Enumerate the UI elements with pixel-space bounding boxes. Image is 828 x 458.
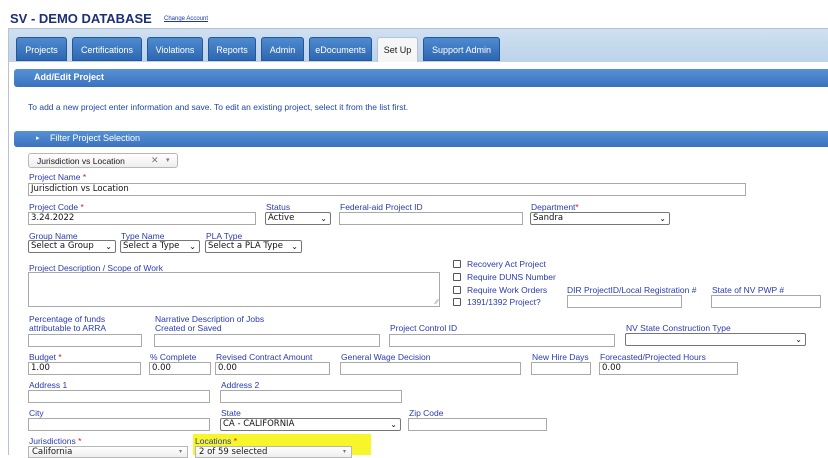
group-name-select[interactable]: Select a Group ⌄ (28, 240, 116, 253)
pct-funds-input[interactable] (28, 334, 142, 347)
project-code-label: Project Code * (29, 202, 84, 212)
status-select[interactable]: Active ⌄ (265, 212, 331, 225)
pct-complete-input[interactable]: 0.00 (149, 362, 211, 375)
department-label: Department* (531, 202, 579, 212)
require-duns-checkbox[interactable] (453, 273, 461, 281)
federal-aid-input[interactable] (339, 212, 523, 225)
federal-aid-label: Federal-aid Project ID (340, 202, 423, 212)
address2-input[interactable] (220, 390, 402, 403)
revised-contract-input[interactable]: 0.00 (215, 362, 330, 375)
change-account-link[interactable]: Change Account (164, 16, 208, 22)
filter-label: Filter Project Selection (50, 133, 141, 143)
narrative-input[interactable] (154, 334, 380, 347)
tab-setup[interactable]: Set Up (377, 37, 418, 62)
filter-project-selection-toggle[interactable]: ▸ Filter Project Selection (14, 131, 828, 147)
chevron-down-icon: ⌄ (795, 335, 802, 344)
project-control-id-label: Project Control ID (390, 323, 458, 333)
section-header-title: Add/Edit Project (34, 72, 105, 82)
recovery-act-label: Recovery Act Project (467, 259, 546, 269)
address2-label: Address 2 (221, 380, 260, 390)
city-label: City (29, 408, 44, 418)
chevron-down-icon: ▾ (178, 448, 182, 455)
new-hire-days-input[interactable] (531, 362, 591, 375)
description-textarea[interactable]: ∕∕ (28, 272, 440, 307)
chevron-down-icon: ⌄ (390, 420, 397, 429)
budget-input[interactable]: 1.00 (28, 362, 141, 375)
project-1391-label: 1391/1392 Project? (467, 297, 541, 307)
chevron-down-icon: ⌄ (320, 214, 327, 223)
new-hire-days-label: New Hire Days (532, 352, 589, 362)
department-select[interactable]: Sandra ⌄ (530, 212, 670, 225)
project-1391-checkbox[interactable] (453, 298, 461, 306)
forecasted-hours-label: Forecasted/Projected Hours (600, 352, 706, 362)
state-select[interactable]: CA - CALIFORNIA ⌄ (220, 418, 401, 431)
instructions-text: To add a new project enter information a… (28, 102, 409, 112)
chevron-down-icon: ▾ (166, 157, 170, 164)
status-label: Status (266, 202, 291, 212)
nv-pwp-input[interactable] (711, 295, 821, 308)
chevron-down-icon: ⌄ (105, 242, 112, 251)
narrative-label-2: Created or Saved (155, 323, 222, 333)
tab-reports[interactable]: Reports (208, 37, 256, 61)
zip-code-label: Zip Code (409, 408, 444, 418)
pla-type-select[interactable]: Select a PLA Type ⌄ (205, 240, 302, 253)
nv-construction-type-select[interactable]: ⌄ (625, 333, 806, 346)
tab-violations[interactable]: Violations (147, 37, 203, 61)
project-code-input[interactable]: 3.24.2022 (28, 212, 256, 225)
city-input[interactable] (28, 418, 210, 431)
revised-contract-label: Revised Contract Amount (216, 352, 313, 362)
chevron-down-icon: ⌄ (189, 242, 196, 251)
pct-funds-label-2: attributable to ARRA (29, 323, 107, 333)
nv-pwp-label: State of NV PWP # (712, 285, 785, 295)
state-label: State (221, 408, 241, 418)
tab-certifications[interactable]: Certifications (72, 37, 142, 61)
project-name-input[interactable]: Jurisdiction vs Location (28, 183, 746, 196)
address1-label: Address 1 (29, 380, 68, 390)
address1-input[interactable] (28, 390, 210, 403)
general-wage-label: General Wage Decision (341, 352, 431, 362)
dir-project-id-input[interactable] (567, 295, 682, 308)
project-selector-value: Jurisdiction vs Location (37, 156, 125, 166)
budget-label: Budget * (29, 352, 62, 362)
tab-support-admin[interactable]: Support Admin (423, 37, 500, 61)
zip-code-input[interactable] (408, 418, 547, 431)
chevron-down-icon: ⌄ (659, 214, 666, 223)
forecasted-hours-input[interactable]: 0.00 (599, 362, 738, 375)
nv-construction-type-label: NV State Construction Type (626, 323, 731, 333)
locations-label: Locations * (195, 436, 238, 446)
dir-project-id-label: DIR ProjectID/Local Registration # (567, 285, 697, 295)
project-control-id-input[interactable] (389, 334, 615, 347)
close-icon[interactable]: ✕ (151, 155, 159, 166)
resize-grip-icon[interactable]: ∕∕ (436, 299, 438, 306)
pct-complete-label: % Complete (150, 352, 197, 362)
project-selector[interactable]: Jurisdiction vs Location ✕ ▾ (28, 153, 178, 168)
general-wage-input[interactable] (340, 362, 521, 375)
tab-projects[interactable]: Projects (16, 37, 67, 61)
type-name-select[interactable]: Select a Type ⌄ (120, 240, 200, 253)
jurisdictions-multiselect[interactable]: California ▾ (28, 446, 188, 458)
tab-edocuments[interactable]: eDocuments (309, 37, 372, 61)
chevron-right-icon: ▸ (36, 135, 40, 142)
chevron-down-icon: ⌄ (291, 242, 298, 251)
require-work-orders-label: Require Work Orders (467, 285, 548, 295)
tab-admin[interactable]: Admin (261, 37, 304, 61)
add-edit-project-header: Add/Edit Project (14, 69, 828, 87)
jurisdictions-label: Jurisdictions * (29, 436, 82, 446)
project-name-label: Project Name * (29, 172, 87, 182)
chevron-down-icon: ▾ (342, 448, 346, 455)
locations-multiselect[interactable]: 2 of 59 selected ▾ (195, 446, 352, 458)
app-title: SV - DEMO DATABASE (10, 11, 152, 26)
require-duns-label: Require DUNS Number (467, 272, 556, 282)
recovery-act-checkbox[interactable] (453, 260, 461, 268)
require-work-orders-checkbox[interactable] (453, 286, 461, 294)
